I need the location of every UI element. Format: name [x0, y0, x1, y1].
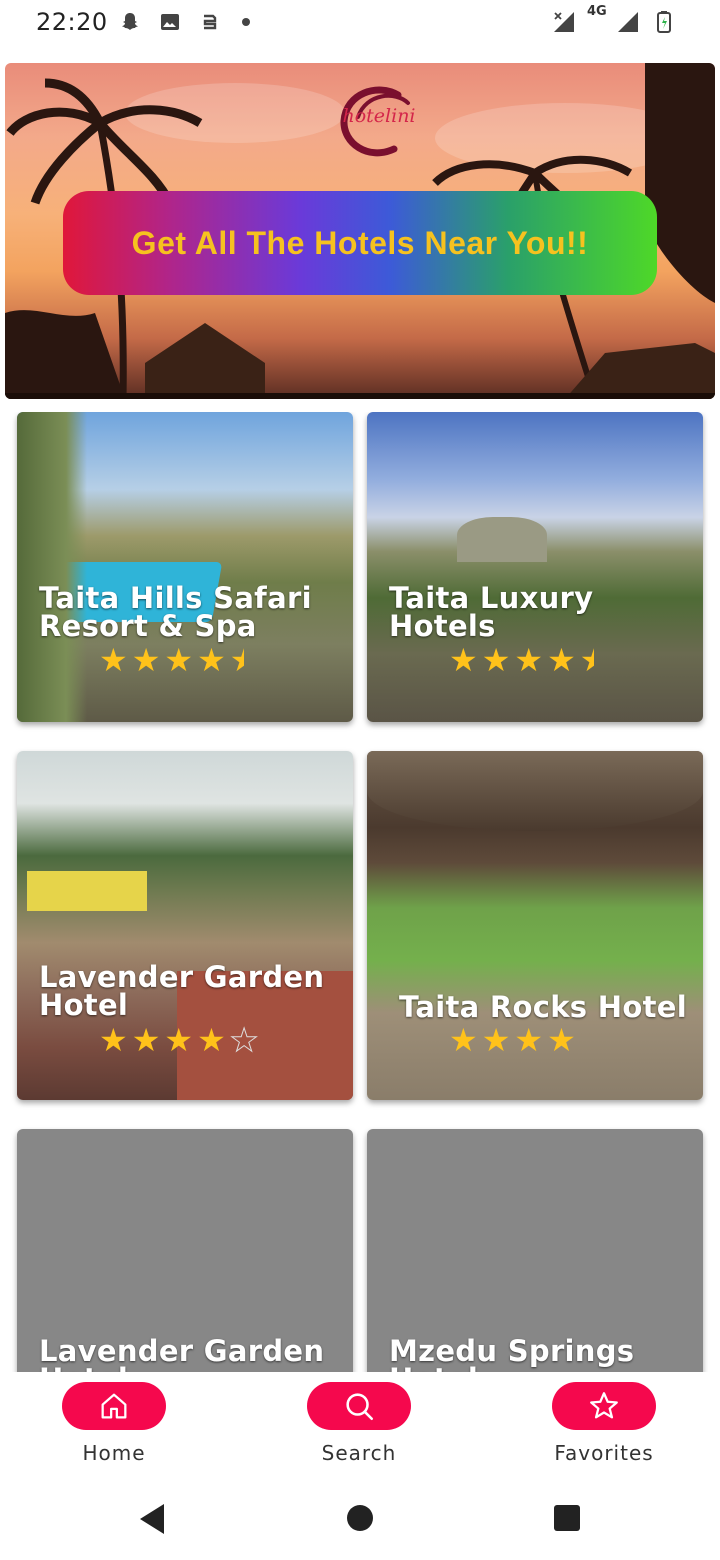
hotel-name: Lavender Garden Hotel	[39, 1334, 325, 1373]
star-half-icon: ★	[229, 641, 259, 679]
hotel-card[interactable]: Taita Rocks Hotel ★ ★ ★ ★	[367, 751, 703, 1100]
star-half-icon: ★	[579, 641, 609, 679]
hotel-name: Taita Rocks Hotel	[399, 990, 687, 1024]
star-icon: ★	[547, 641, 576, 679]
building-shape	[27, 871, 147, 911]
nav-home-label[interactable]: Home	[34, 1441, 194, 1465]
star-icon: ★	[197, 641, 226, 679]
thatch-roof-shape	[367, 751, 703, 831]
mountain-shape	[457, 517, 547, 562]
hotelini-logo: hotelini	[338, 83, 420, 159]
cta-banner-button[interactable]: Get All The Hotels Near You!!	[63, 191, 657, 295]
hotel-card[interactable]: Mzedu Springs Hotel	[367, 1129, 703, 1372]
hotel-card[interactable]: Taita Hills Safari Resort & Spa ★ ★ ★ ★ …	[17, 412, 353, 722]
hero-banner: hotelini Get All The Hotels Near You!!	[5, 63, 715, 399]
system-navigation-bar	[0, 1480, 720, 1560]
nav-favorites-button[interactable]	[552, 1382, 656, 1430]
cloud-sync-icon	[203, 14, 217, 30]
hotel-card[interactable]: Taita Luxury Hotels ★ ★ ★ ★ ★	[367, 412, 703, 722]
star-icon: ★	[481, 641, 511, 679]
star-icon: ★	[197, 1021, 226, 1059]
nav-search-button[interactable]	[307, 1382, 411, 1430]
status-time: 22:20	[36, 8, 108, 36]
hotel-grid: Taita Hills Safari Resort & Spa ★ ★ ★ ★ …	[0, 412, 720, 1372]
star-icon: ★	[99, 641, 128, 679]
hotel-card[interactable]: Lavender Garden Hotel	[17, 1129, 353, 1372]
star-empty-icon: ★	[229, 1021, 259, 1059]
rating-stars: ★ ★ ★ ★ ★	[99, 1021, 259, 1059]
network-type: 4G	[587, 4, 607, 19]
nav-search-label[interactable]: Search	[279, 1441, 439, 1465]
snapchat-icon	[122, 13, 138, 30]
home-icon	[101, 1393, 127, 1419]
rating-stars: ★ ★ ★ ★ ★	[449, 644, 608, 676]
status-bar: 22:20 4G	[0, 0, 720, 44]
star-icon	[590, 1392, 618, 1419]
hotel-name: Mzedu Springs Hotel	[389, 1334, 635, 1373]
star-icon: ★	[547, 1021, 576, 1059]
star-icon: ★	[131, 641, 161, 679]
star-icon: ★	[514, 641, 544, 679]
star-icon: ★	[131, 1021, 161, 1059]
star-icon: ★	[99, 1021, 128, 1059]
foliage-shape	[17, 412, 87, 722]
rating-stars: ★ ★ ★ ★ ★	[99, 644, 258, 676]
nav-home-button[interactable]	[62, 1382, 166, 1430]
rating-stars: ★ ★ ★ ★	[449, 1024, 576, 1056]
search-icon	[346, 1393, 374, 1421]
hotel-name: Taita Luxury Hotels	[389, 581, 594, 643]
hotel-name: Taita Hills Safari Resort & Spa	[39, 581, 312, 643]
nav-favorites-label[interactable]: Favorites	[524, 1441, 684, 1465]
star-icon: ★	[481, 1021, 511, 1059]
signal-icon	[618, 12, 638, 32]
dot-icon	[242, 18, 250, 26]
star-icon: ★	[449, 641, 478, 679]
bottom-navigation: Home Search Favorites	[0, 1372, 720, 1480]
signal-off-icon	[554, 12, 574, 32]
image-icon	[161, 14, 179, 30]
star-icon: ★	[514, 1021, 544, 1059]
logo-text: hotelini	[342, 105, 416, 127]
battery-icon	[657, 11, 671, 33]
back-icon[interactable]	[136, 1502, 168, 1536]
home-circle-icon[interactable]	[346, 1504, 374, 1532]
star-icon: ★	[164, 641, 194, 679]
hotel-name: Lavender Garden Hotel	[39, 960, 325, 1022]
star-icon: ★	[164, 1021, 194, 1059]
hotel-card[interactable]: Lavender Garden Hotel ★ ★ ★ ★ ★	[17, 751, 353, 1100]
star-icon: ★	[449, 1021, 478, 1059]
recents-icon[interactable]	[553, 1504, 581, 1532]
cta-text: Get All The Hotels Near You!!	[131, 224, 589, 261]
